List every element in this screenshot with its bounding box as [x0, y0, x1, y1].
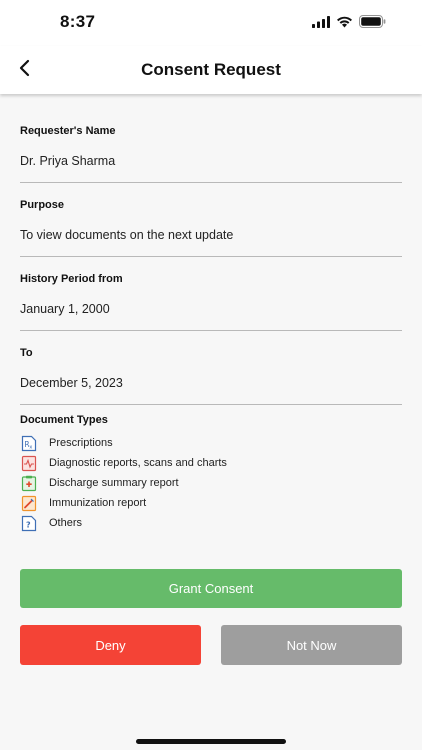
- field-value: To view documents on the next update: [20, 228, 234, 242]
- requester-name-field: Requester's Name Dr. Priya Sharma: [20, 118, 402, 183]
- not-now-button[interactable]: Not Now: [221, 625, 402, 665]
- deny-button[interactable]: Deny: [20, 625, 201, 665]
- field-label: Purpose: [20, 199, 65, 211]
- immunization-icon: [20, 494, 38, 512]
- status-time: 8:37: [60, 12, 96, 31]
- list-item: Diagnostic reports, scans and charts: [20, 453, 402, 473]
- history-period-to-field: To December 5, 2023: [20, 340, 402, 405]
- document-types-title: Document Types: [20, 414, 108, 426]
- page-title: Consent Request: [141, 60, 281, 79]
- diagnostic-report-icon: [20, 454, 38, 472]
- list-item: R x Prescriptions: [20, 433, 402, 453]
- wifi-icon: [336, 15, 353, 33]
- field-value: December 5, 2023: [20, 376, 123, 390]
- document-type-label: Others: [49, 517, 83, 529]
- field-label: History Period from: [20, 273, 123, 285]
- field-value: Dr. Priya Sharma: [20, 154, 116, 168]
- svg-text:x: x: [29, 444, 32, 450]
- document-type-label: Immunization report: [49, 497, 147, 509]
- field-value: January 1, 2000: [20, 302, 110, 316]
- nav-bar: Consent Request: [0, 46, 422, 94]
- discharge-summary-icon: [20, 474, 38, 492]
- document-type-label: Discharge summary report: [49, 477, 179, 489]
- field-label: Requester's Name: [20, 125, 116, 137]
- prescription-icon: R x: [20, 434, 38, 452]
- list-item: Immunization report: [20, 493, 402, 513]
- history-period-from-field: History Period from January 1, 2000: [20, 266, 402, 331]
- grant-consent-button[interactable]: Grant Consent: [20, 569, 402, 608]
- list-item: Discharge summary report: [20, 473, 402, 493]
- consent-details: Requester's Name Dr. Priya Sharma Purpos…: [20, 118, 402, 414]
- document-type-label: Diagnostic reports, scans and charts: [49, 457, 227, 469]
- document-types-section: Document Types R x Prescriptions Diagnos…: [20, 414, 402, 533]
- list-item: ? Others: [20, 513, 402, 533]
- status-icons: [312, 15, 386, 33]
- signal-icon: [312, 15, 330, 33]
- purpose-field: Purpose To view documents on the next up…: [20, 192, 402, 257]
- field-label: To: [20, 347, 33, 359]
- svg-text:?: ?: [26, 520, 31, 529]
- document-type-label: Prescriptions: [49, 437, 113, 449]
- status-bar: 8:37: [0, 0, 422, 46]
- others-icon: ?: [20, 514, 38, 532]
- battery-icon: [359, 15, 386, 33]
- home-indicator[interactable]: [136, 739, 286, 744]
